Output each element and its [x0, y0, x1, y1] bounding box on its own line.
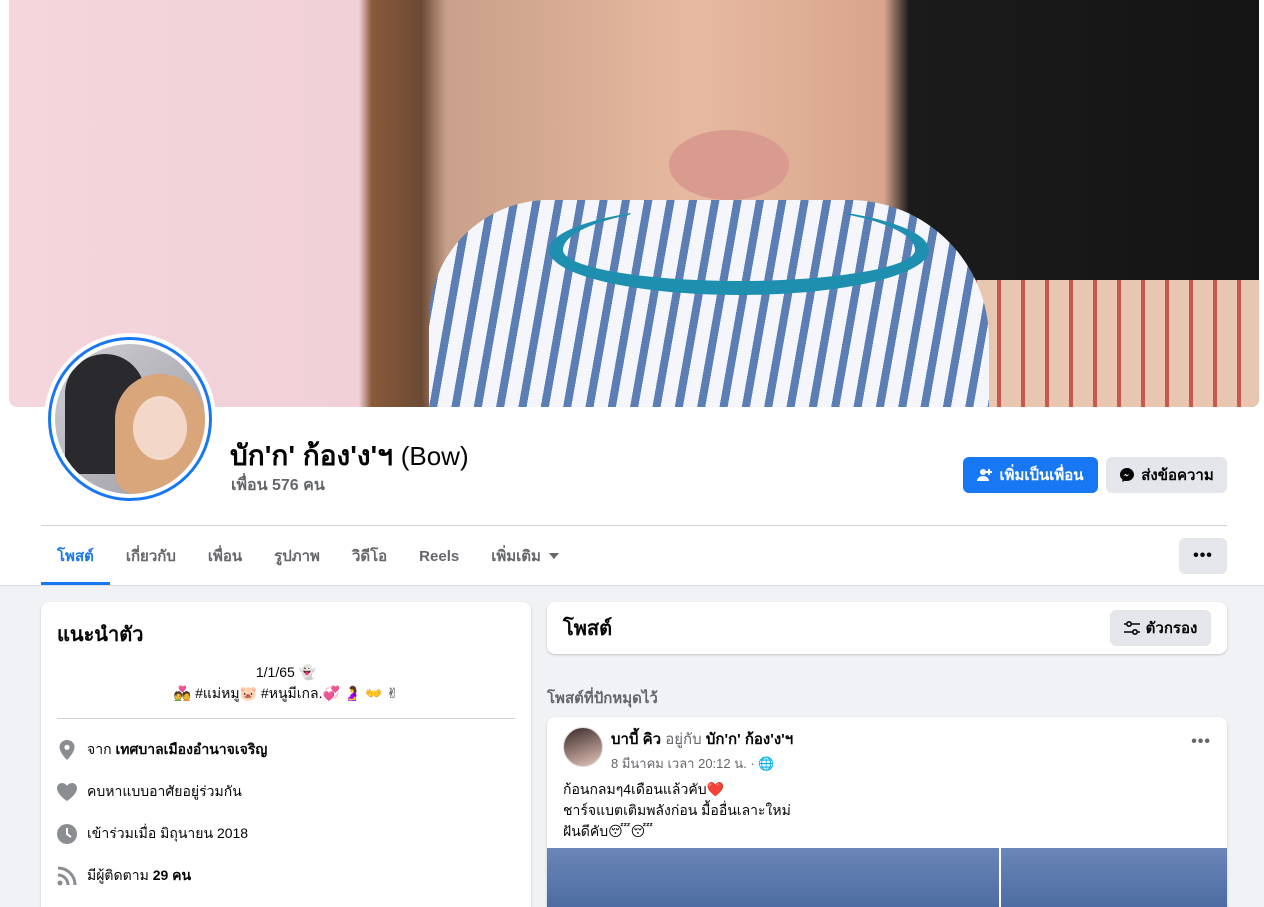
intro-divider: [57, 718, 515, 719]
post-relation: อยู่กับ: [661, 731, 706, 748]
post-line-2: ชาร์จแบตเติมพลังก่อน มื้ออื่นเลาะใหม่: [563, 802, 791, 818]
message-label: ส่งข้อความ: [1141, 467, 1214, 484]
add-person-icon: [977, 469, 993, 481]
post-text: ก้อนกลมๆ4เดือนแล้วคับ❤️ ชาร์จแบตเติมพลัง…: [563, 779, 791, 842]
add-friend-button[interactable]: เพิ่มเป็นเพื่อน: [963, 457, 1098, 493]
from-label: จาก: [87, 741, 112, 757]
info-relationship: คบหาแบบอาศัยอยู่ร่วมกัน: [57, 771, 515, 813]
tab-about[interactable]: เกี่ยวกับ: [110, 527, 192, 585]
profile-name-text: บัก'ก' ก้อง'ง'ฯ: [230, 440, 393, 471]
tab-videos[interactable]: วิดีโอ: [336, 527, 403, 585]
rss-icon: [57, 866, 77, 886]
post-meta: บาบี้ คิว อยู่กับ บัก'ก' ก้อง'ง'ฯ 8 มีนา…: [611, 727, 793, 774]
filter-label: ตัวกรอง: [1145, 620, 1198, 637]
tab-friends[interactable]: เพื่อน: [192, 527, 258, 585]
post-with[interactable]: บัก'ก' ก้อง'ง'ฯ: [706, 731, 793, 748]
relationship-text: คบหาแบบอาศัยอยู่ร่วมกัน: [87, 783, 242, 799]
filter-button[interactable]: ตัวกรอง: [1110, 610, 1211, 646]
tab-reels[interactable]: Reels: [403, 527, 475, 585]
heart-icon: [57, 782, 77, 802]
location-pin-icon: [57, 740, 77, 760]
pinned-posts-label: โพสต์ที่ปักหมุดไว้: [547, 690, 658, 707]
posts-title: โพสต์: [563, 618, 613, 640]
post-more-button[interactable]: •••: [1191, 733, 1211, 751]
info-joined: เข้าร่วมเมื่อ มิถุนายน 2018: [57, 813, 515, 855]
followers-label: มีผู้ติดตาม: [87, 867, 149, 883]
message-button[interactable]: ส่งข้อความ: [1106, 457, 1227, 493]
intro-title: แนะนำตัว: [57, 624, 144, 646]
post-author[interactable]: บาบี้ คิว: [611, 731, 661, 748]
post-photo-2[interactable]: [1001, 848, 1227, 907]
tab-photos[interactable]: รูปภาพ: [258, 527, 336, 585]
profile-header: บัก'ก' ก้อง'ง'ฯ (Bow) เพื่อน 576 คน เพิ่…: [0, 0, 1264, 586]
messenger-icon: [1120, 468, 1135, 482]
followers-value[interactable]: 29 คน: [153, 865, 191, 887]
cover-photo[interactable]: [9, 0, 1259, 407]
more-options-button[interactable]: •••: [1179, 538, 1227, 574]
tab-more-label: เพิ่มเติม: [491, 548, 541, 565]
profile-name: บัก'ก' ก้อง'ง'ฯ (Bow): [230, 434, 469, 478]
clock-icon: [57, 824, 77, 844]
intro-card: แนะนำตัว 1/1/65 👻 💑 #แม่หมู🐷 #หนูมีเกล.💞…: [41, 602, 531, 907]
tab-posts[interactable]: โพสต์: [41, 527, 110, 585]
joined-text: เข้าร่วมเมื่อ มิถุนายน 2018: [87, 825, 249, 841]
intro-bio: 1/1/65 👻 💑 #แม่หมู🐷 #หนูมีเกล.💞 🤰 👐 ✌: [57, 662, 515, 704]
post-photo-1[interactable]: [547, 848, 999, 907]
post-author-avatar[interactable]: [563, 727, 603, 767]
info-from: จาก เทศบาลเมืองอำนาจเจริญ: [57, 729, 515, 771]
bio-line-1: 1/1/65 👻: [255, 664, 317, 680]
header-divider: [41, 525, 1227, 526]
bio-line-2: 💑 #แม่หมู🐷 #หนูมีเกล.💞 🤰 👐 ✌: [173, 685, 399, 701]
from-value[interactable]: เทศบาลเมืองอำนาจเจริญ: [115, 739, 267, 761]
sliders-icon: [1123, 621, 1140, 635]
post-header: บาบี้ คิว อยู่กับ บัก'ก' ก้อง'ง'ฯ 8 มีนา…: [563, 727, 793, 774]
profile-avatar[interactable]: [44, 333, 216, 505]
friends-count[interactable]: เพื่อน 576 คน: [231, 473, 325, 498]
caret-down-icon: [548, 553, 559, 559]
pinned-post: บาบี้ คิว อยู่กับ บัก'ก' ก้อง'ง'ฯ 8 มีนา…: [547, 717, 1227, 907]
post-author-line: บาบี้ คิว อยู่กับ บัก'ก' ก้อง'ง'ฯ: [611, 727, 793, 751]
info-followers: มีผู้ติดตาม 29 คน: [57, 855, 515, 897]
tab-more[interactable]: เพิ่มเติม: [475, 527, 575, 585]
profile-tabs: โพสต์ เกี่ยวกับ เพื่อน รูปภาพ วิดีโอ Ree…: [41, 527, 575, 585]
profile-alt-name: (Bow): [400, 441, 469, 471]
post-line-1: ก้อนกลมๆ4เดือนแล้วคับ❤️: [563, 781, 725, 797]
post-timestamp[interactable]: 8 มีนาคม เวลา 20:12 น. · 🌐: [611, 753, 793, 774]
posts-header-card: โพสต์ ตัวกรอง: [547, 602, 1227, 654]
post-line-3: ฝันดีคับ😴😴: [563, 823, 654, 839]
add-friend-label: เพิ่มเป็นเพื่อน: [999, 467, 1084, 484]
